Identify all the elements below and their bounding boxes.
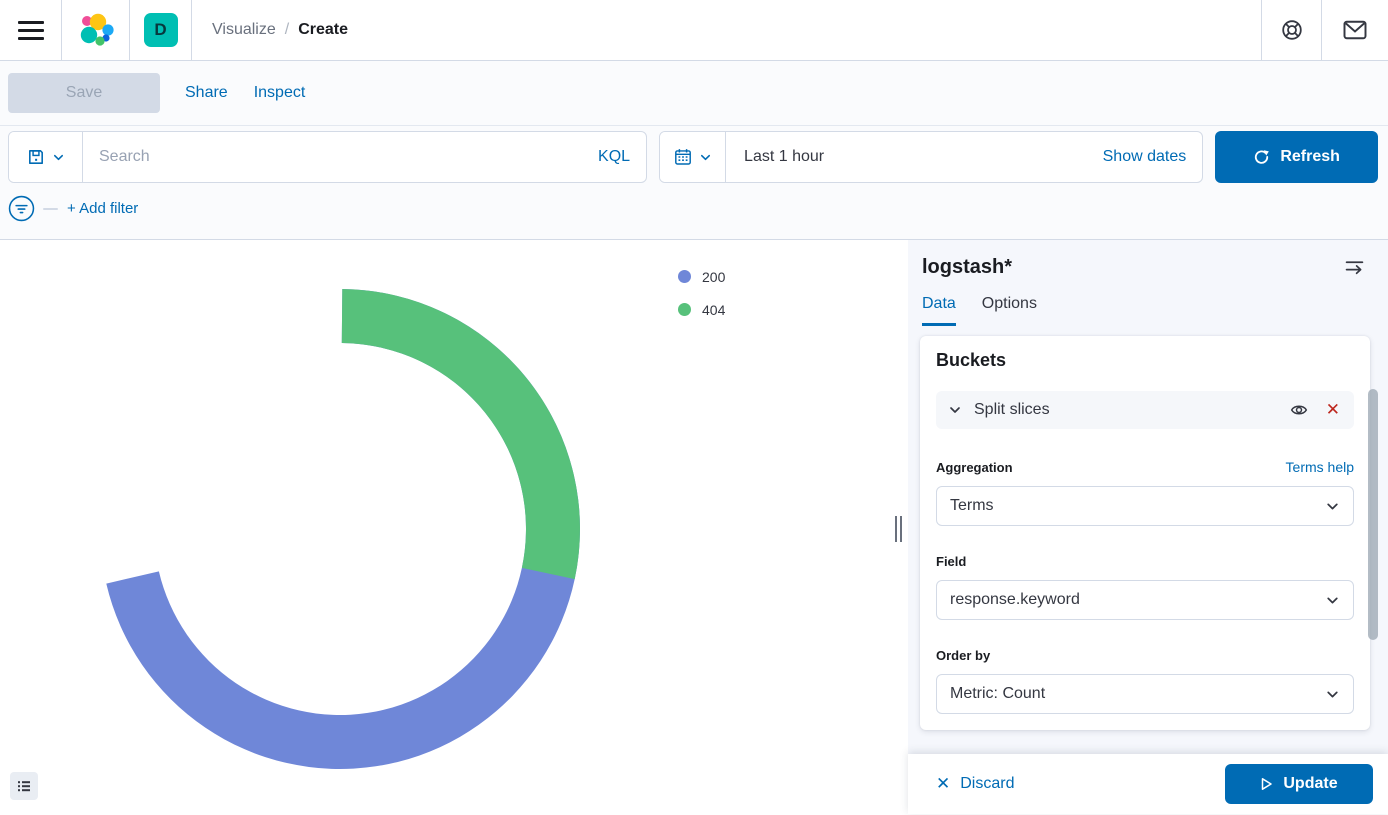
breadcrumb-visualize[interactable]: Visualize xyxy=(212,21,276,39)
time-range-display[interactable]: Last 1 hour xyxy=(726,148,1087,166)
legend-toggle-button[interactable] xyxy=(10,772,38,800)
filter-options-button[interactable] xyxy=(8,195,35,222)
aggregation-value: Terms xyxy=(950,497,994,515)
buckets-card: Buckets Split slices ✕ xyxy=(920,336,1370,730)
split-slices-label: Split slices xyxy=(974,401,1288,419)
chevron-down-icon xyxy=(1325,499,1340,514)
legend-dot-200 xyxy=(678,270,691,283)
share-button[interactable]: Share xyxy=(185,84,228,102)
refresh-button[interactable]: Refresh xyxy=(1215,131,1378,183)
aggregation-label: Aggregation xyxy=(936,460,1013,475)
calendar-icon xyxy=(674,148,692,166)
tab-options[interactable]: Options xyxy=(982,295,1037,326)
field-label: Field xyxy=(936,554,966,569)
legend-label-404: 404 xyxy=(702,302,725,318)
chevron-down-icon xyxy=(52,151,65,164)
search-bar: KQL xyxy=(8,131,647,183)
help-menu-button[interactable] xyxy=(1262,0,1322,60)
filter-bar: + Add filter xyxy=(8,195,1378,222)
mail-icon xyxy=(1343,19,1367,41)
panel-scrollbar-thumb[interactable] xyxy=(1368,389,1378,640)
split-slices-accordion[interactable]: Split slices ✕ xyxy=(936,391,1354,429)
legend-item-404[interactable]: 404 xyxy=(678,293,725,326)
top-header: D Visualize / Create xyxy=(0,0,1388,61)
remove-bucket-button[interactable]: ✕ xyxy=(1324,398,1342,422)
main-content: 200 404 logstash* xyxy=(0,240,1388,814)
field-value: response.keyword xyxy=(950,591,1080,609)
main-menu-button[interactable] xyxy=(0,0,62,60)
save-icon xyxy=(27,148,45,166)
order-by-select[interactable]: Metric: Count xyxy=(936,674,1354,714)
aggregation-field-group: Aggregation Terms help Terms xyxy=(936,459,1354,526)
show-dates-button[interactable]: Show dates xyxy=(1087,148,1203,166)
breadcrumb-create: Create xyxy=(298,21,348,39)
chevron-down-icon xyxy=(948,403,962,417)
donut-chart xyxy=(0,240,908,814)
chevron-down-icon xyxy=(1325,687,1340,702)
field-select[interactable]: response.keyword xyxy=(936,580,1354,620)
kibana-visualize-app: D Visualize / Create Save Share Inspect xyxy=(0,0,1388,815)
visualize-menu-bar: Save Share Inspect xyxy=(0,61,1388,126)
tab-data[interactable]: Data xyxy=(922,295,956,326)
chevron-down-icon xyxy=(1325,593,1340,608)
order-by-value: Metric: Count xyxy=(950,685,1045,703)
legend-dot-404 xyxy=(678,303,691,316)
breadcrumb-separator: / xyxy=(285,21,289,39)
chevron-down-icon xyxy=(699,151,712,164)
query-language-button[interactable]: KQL xyxy=(582,148,646,166)
search-input[interactable] xyxy=(83,148,582,166)
visualization-chart-area: 200 404 xyxy=(0,240,908,814)
elastic-logo-icon xyxy=(78,12,114,48)
save-button[interactable]: Save xyxy=(8,73,160,113)
hamburger-icon xyxy=(18,21,44,40)
space-badge[interactable]: D xyxy=(144,13,178,47)
breadcrumb: Visualize / Create xyxy=(192,0,1262,60)
visualization-editor-panel: logstash* Data Options Buckets xyxy=(908,240,1388,814)
query-bar-zone: KQL Last 1 hour Show dates xyxy=(0,126,1388,240)
order-by-field-group: Order by Metric: Count xyxy=(936,648,1354,714)
date-quick-menu-button[interactable] xyxy=(660,132,726,182)
close-icon: ✕ xyxy=(936,774,950,794)
filter-bar-divider xyxy=(43,208,58,210)
update-button[interactable]: Update xyxy=(1225,764,1373,804)
legend-label-200: 200 xyxy=(702,269,725,285)
list-icon xyxy=(16,778,32,794)
index-pattern-title: logstash* xyxy=(922,256,1012,279)
update-label: Update xyxy=(1283,775,1337,793)
refresh-label: Refresh xyxy=(1280,148,1340,166)
field-field-group: Field response.keyword xyxy=(936,554,1354,620)
legend-item-200[interactable]: 200 xyxy=(678,260,725,293)
discard-label: Discard xyxy=(960,775,1014,793)
terms-help-link[interactable]: Terms help xyxy=(1286,459,1354,475)
date-picker-bar: Last 1 hour Show dates xyxy=(659,131,1203,183)
add-filter-button[interactable]: + Add filter xyxy=(67,200,138,217)
donut-slice-404[interactable] xyxy=(342,289,580,579)
newsfeed-button[interactable] xyxy=(1322,0,1388,60)
aggregation-select[interactable]: Terms xyxy=(936,486,1354,526)
panel-resize-handle[interactable] xyxy=(891,514,905,544)
menu-right-icon xyxy=(1345,258,1364,277)
saved-query-menu-button[interactable] xyxy=(9,132,83,182)
eye-icon xyxy=(1290,401,1308,419)
filter-icon xyxy=(8,195,35,222)
toggle-visibility-button[interactable] xyxy=(1288,399,1310,421)
discard-button[interactable]: ✕ Discard xyxy=(936,774,1014,794)
buckets-heading: Buckets xyxy=(936,350,1354,371)
editor-tabs: Data Options xyxy=(920,295,1370,326)
space-selector[interactable]: D xyxy=(130,0,192,60)
play-icon xyxy=(1260,777,1273,791)
help-life-ring-icon xyxy=(1281,19,1303,41)
order-by-label: Order by xyxy=(936,648,990,663)
editor-action-bar: ✕ Discard Update xyxy=(908,754,1388,814)
inspect-button[interactable]: Inspect xyxy=(254,84,306,102)
elastic-logo[interactable] xyxy=(62,0,130,60)
collapse-panel-button[interactable] xyxy=(1343,256,1366,279)
refresh-icon xyxy=(1253,149,1270,166)
chart-legend: 200 404 xyxy=(678,260,725,326)
